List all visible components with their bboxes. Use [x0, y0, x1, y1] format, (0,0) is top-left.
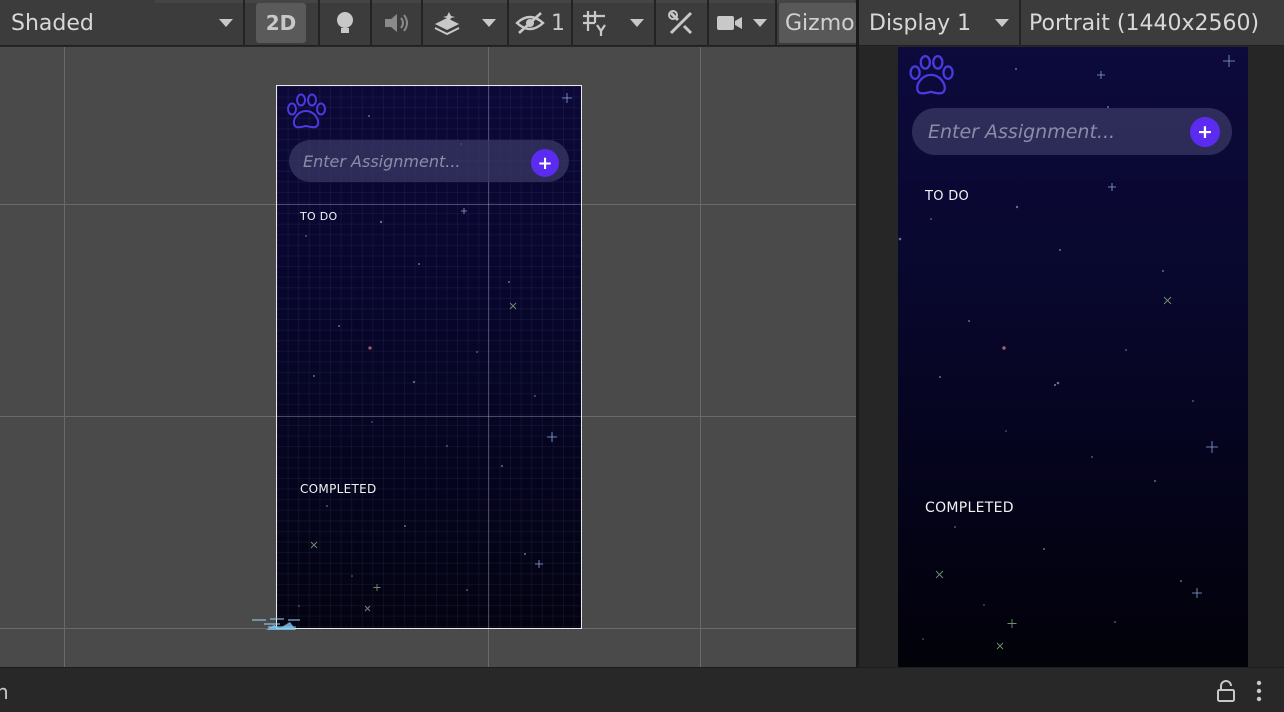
add-assignment-button[interactable]: + — [531, 149, 559, 177]
todo-section-label: TO DO — [925, 189, 970, 204]
grid-line — [700, 47, 701, 667]
status-text: n — [0, 680, 9, 704]
toolbar-separator — [421, 0, 423, 46]
chevron-down-icon — [630, 19, 644, 27]
camera-icon — [717, 16, 742, 30]
display-dropdown[interactable]: Display 1 — [859, 0, 1019, 46]
grid-snap-icon — [583, 11, 606, 36]
tools-icon — [668, 10, 693, 35]
grid-line — [277, 204, 581, 205]
scene-lighting-button[interactable] — [323, 0, 367, 46]
hidden-objects-button[interactable]: 1 — [515, 0, 571, 46]
toolbar-separator — [243, 0, 245, 46]
visibility-icon — [515, 12, 545, 34]
grid-snap-button[interactable] — [573, 0, 617, 46]
paw-icon — [287, 93, 326, 129]
audio-icon — [385, 14, 408, 32]
tools-button[interactable] — [659, 0, 703, 46]
resolution-label: Portrait (1440x2560) — [1029, 10, 1260, 36]
scene-view[interactable]: Enter Assignment... + TO DO COMPLETED — [0, 47, 856, 667]
toolbar-separator — [654, 0, 656, 46]
sprite-gizmo — [252, 618, 300, 630]
more-icon[interactable] — [1253, 680, 1265, 702]
2d-mode-button[interactable]: 2D — [256, 3, 306, 43]
paw-icon — [909, 54, 954, 95]
toolbar-separator — [507, 0, 509, 46]
chevron-down-icon — [219, 19, 233, 27]
effects-icon — [434, 12, 460, 35]
display-label: Display 1 — [869, 10, 972, 36]
resolution-dropdown[interactable]: Portrait (1440x2560) — [1021, 0, 1284, 46]
assignment-input-placeholder: Enter Assignment... — [303, 151, 461, 171]
assignment-input[interactable]: Enter Assignment... — [289, 140, 569, 182]
assignment-input-placeholder: Enter Assignment... — [928, 120, 1116, 143]
shading-mode-dropdown[interactable]: Shaded — [0, 0, 243, 46]
completed-section-label: COMPLETED — [300, 482, 377, 496]
shading-mode-label: Shaded — [11, 10, 94, 36]
effects-dropdown[interactable] — [474, 0, 504, 46]
hidden-count: 1 — [551, 10, 565, 36]
add-assignment-button[interactable]: + — [1190, 117, 1220, 147]
status-bar: n — [0, 667, 1284, 712]
grid-line — [277, 416, 581, 417]
grid-line — [64, 47, 65, 667]
grid-snap-dropdown[interactable] — [622, 0, 652, 46]
toolbar-separator — [318, 0, 320, 46]
canvas-preview[interactable]: Enter Assignment... + TO DO COMPLETED — [276, 85, 582, 629]
chevron-down-icon — [482, 19, 496, 27]
assignment-input[interactable]: Enter Assignment... — [912, 108, 1232, 155]
audio-toggle-button[interactable] — [375, 0, 419, 46]
effects-button[interactable] — [425, 0, 469, 46]
chevron-down-icon — [753, 19, 767, 27]
scene-lighting-icon — [337, 12, 353, 33]
chevron-down-icon — [995, 19, 1009, 27]
game-toolbar: Display 1 Portrait (1440x2560) — [859, 0, 1284, 46]
completed-section-label: COMPLETED — [925, 500, 1014, 516]
lock-icon[interactable] — [1216, 680, 1236, 702]
toolbar-separator — [775, 0, 777, 46]
gizmos-button[interactable]: Gizmos — [779, 3, 856, 43]
todo-section-label: TO DO — [300, 210, 338, 223]
game-screen[interactable]: Enter Assignment... + TO DO COMPLETED — [898, 47, 1248, 667]
camera-dropdown[interactable] — [746, 0, 774, 46]
game-view: Enter Assignment... + TO DO COMPLETED — [859, 47, 1284, 667]
toolbar-separator — [370, 0, 372, 46]
scene-toolbar: Shaded 2D 1 Gizmo — [0, 0, 856, 46]
